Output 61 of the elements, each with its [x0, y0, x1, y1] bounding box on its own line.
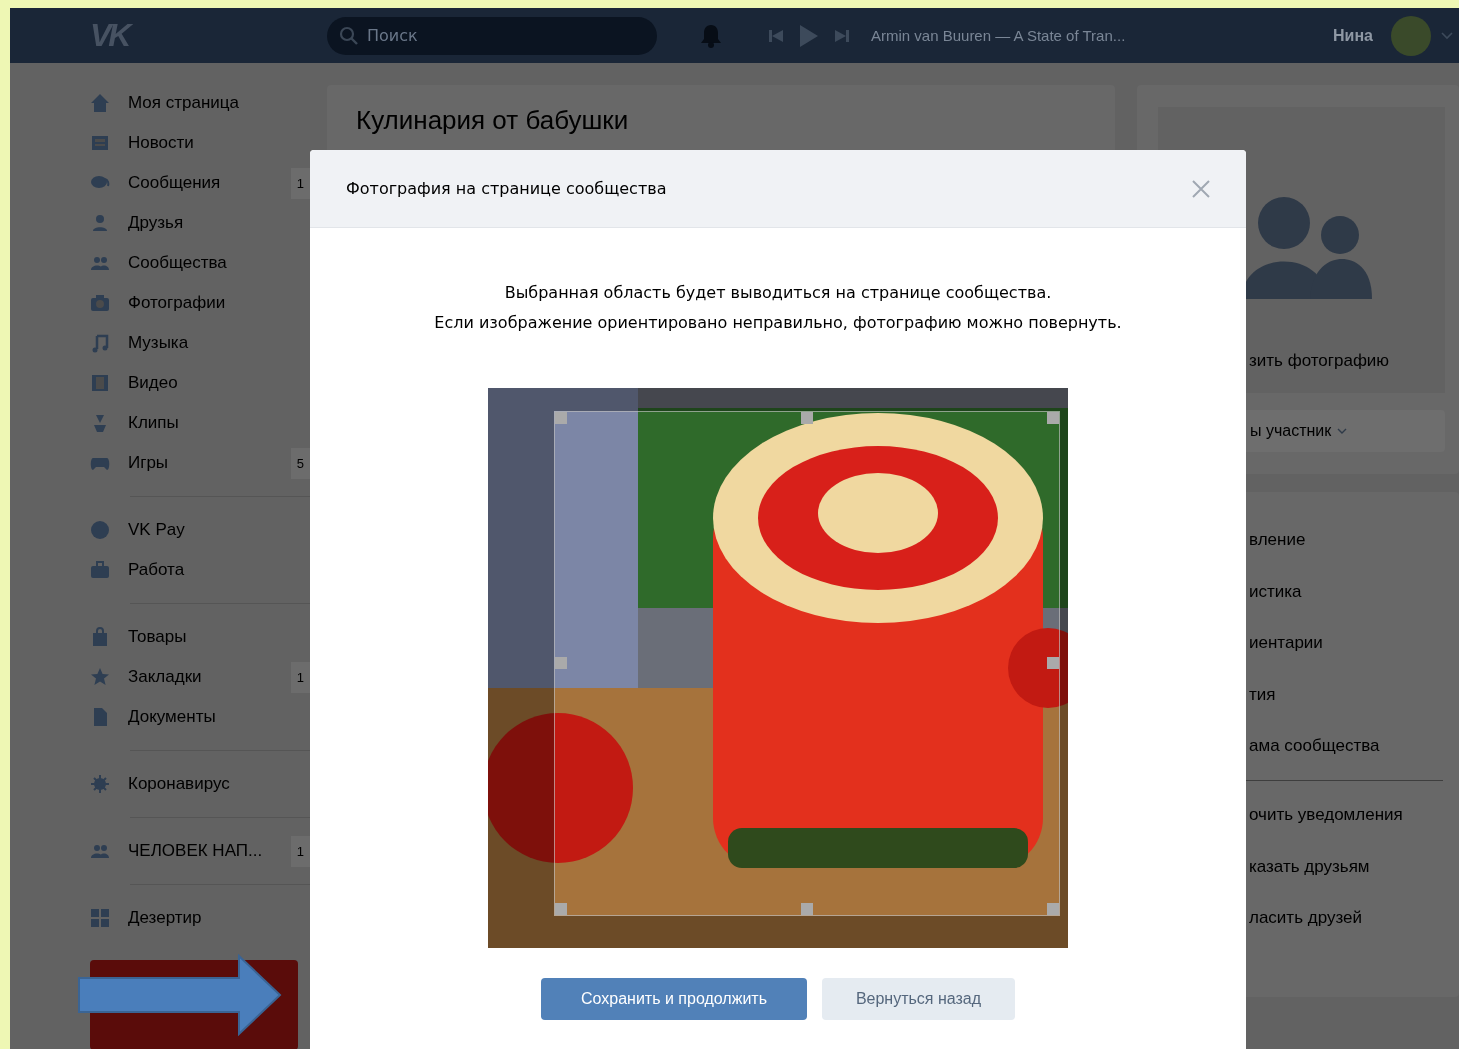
sidebar-item[interactable]: Документы — [128, 707, 310, 727]
sidebar-item[interactable]: Клипы — [128, 413, 310, 433]
grid-icon — [90, 908, 110, 928]
sidebar-item[interactable]: Товары — [128, 627, 310, 647]
bell-icon[interactable] — [700, 23, 722, 48]
bag-icon — [90, 627, 110, 647]
camera-icon — [90, 293, 110, 313]
resize-handle[interactable] — [1047, 657, 1059, 669]
description-text: Если изображение ориентировано неправильно, фотографию можно повернуть. — [434, 312, 1122, 334]
back-button[interactable]: Вернуться назад — [822, 978, 1015, 1020]
previous-icon[interactable] — [769, 28, 783, 43]
sidebar-item[interactable]: Дезертир — [128, 908, 310, 928]
sidebar-item[interactable]: VK Pay — [128, 520, 310, 540]
dialog-title: Фотография на странице сообщества — [346, 179, 667, 198]
count-badge: 1 — [290, 835, 310, 867]
count-badge: 5 — [290, 447, 310, 479]
chevron-down-icon[interactable] — [1441, 31, 1453, 40]
count-badge: 1 — [290, 167, 310, 199]
briefcase-icon — [90, 560, 110, 580]
resize-handle[interactable] — [555, 903, 567, 915]
save-button[interactable]: Сохранить и продолжить — [541, 978, 807, 1020]
star-icon — [90, 667, 110, 687]
avatar[interactable] — [1391, 15, 1431, 56]
resize-handle[interactable] — [1047, 903, 1059, 915]
member-status[interactable]: ы участник — [1250, 422, 1332, 440]
resize-handle[interactable] — [801, 412, 813, 424]
virus-icon — [90, 774, 110, 794]
user-name[interactable]: Нина — [1333, 26, 1373, 45]
sidebar-item[interactable]: Сообщества — [128, 253, 310, 273]
sidebar-item[interactable]: Закладки — [128, 667, 291, 687]
sidebar-item[interactable]: Работа — [128, 560, 310, 580]
resize-handle[interactable] — [555, 657, 567, 669]
sidebar-item[interactable]: Музыка — [128, 333, 310, 353]
person-icon — [90, 213, 110, 233]
close-icon[interactable] — [1192, 179, 1210, 198]
chevron-down-icon — [1337, 428, 1348, 434]
track-title[interactable]: Armin van Buuren — A State of Tran... — [871, 27, 1126, 44]
newspaper-icon — [90, 133, 110, 153]
play-icon[interactable] — [800, 24, 818, 47]
search-field[interactable]: Поиск — [327, 16, 657, 55]
upload-photo-link[interactable]: зить фотографию — [1249, 351, 1445, 371]
sidebar-item[interactable]: Моя страница — [128, 93, 310, 113]
sidebar-item[interactable]: Видео — [128, 373, 310, 393]
description-text: Выбранная область будет выводиться на странице сообщества. — [504, 282, 1052, 304]
music-note-icon — [90, 333, 110, 353]
sidebar-item[interactable]: Новости — [128, 133, 310, 153]
sidebar-item[interactable]: Коронавирус — [128, 774, 310, 794]
next-icon[interactable] — [835, 28, 849, 43]
sidebar-item[interactable]: Фотографии — [128, 293, 310, 313]
home-icon — [90, 93, 110, 113]
sidebar-item[interactable]: ЧЕЛОВЕК НАП... — [128, 841, 291, 861]
resize-handle[interactable] — [1047, 412, 1059, 424]
sidebar-item[interactable]: Сообщения — [128, 173, 291, 193]
coin-icon — [90, 520, 110, 540]
group-title: Кулинария от бабушки — [356, 105, 630, 136]
resize-handle[interactable] — [801, 903, 813, 915]
sidebar-item[interactable]: Друзья — [128, 213, 310, 233]
sidebar-item[interactable]: Игры — [128, 453, 291, 473]
resize-handle[interactable] — [555, 412, 567, 424]
film-icon — [90, 373, 110, 393]
count-badge: 1 — [290, 661, 310, 693]
